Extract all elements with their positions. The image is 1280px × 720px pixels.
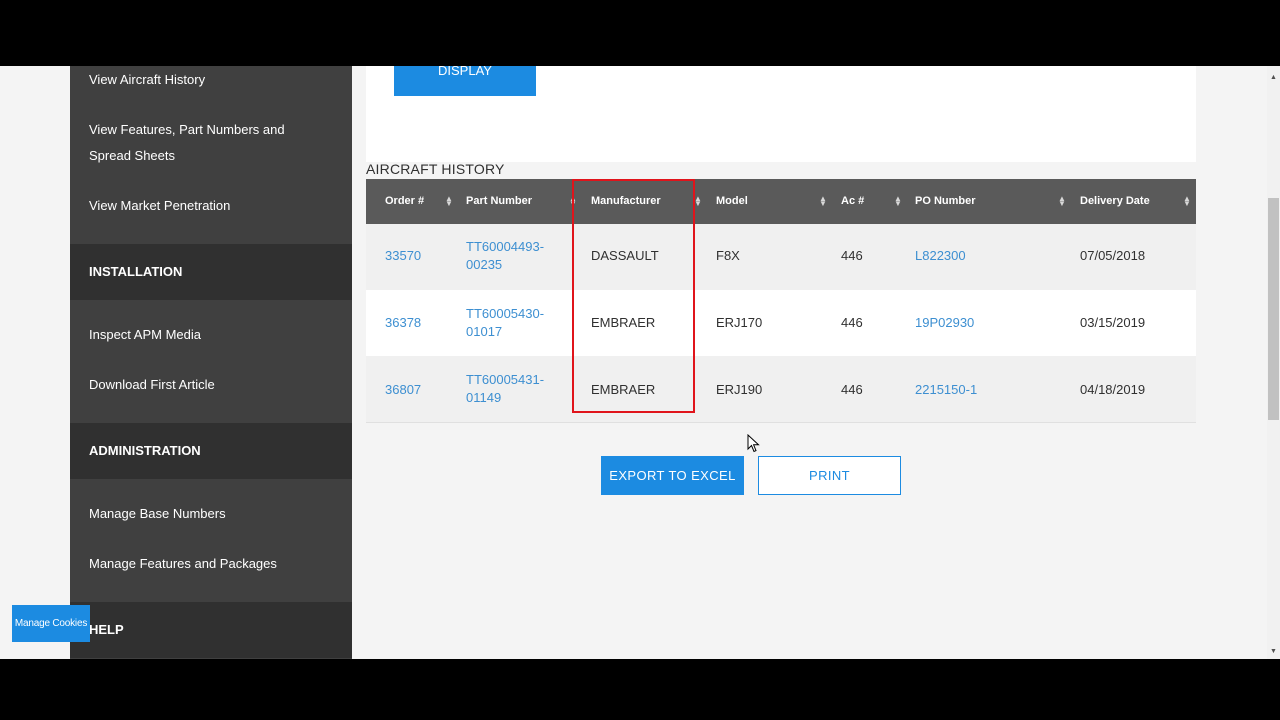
sidebar-item-download-first-article[interactable]: Download First Article <box>89 372 215 398</box>
column-header-ac-number[interactable]: Ac # <box>841 179 864 224</box>
export-to-excel-button[interactable]: EXPORT TO EXCEL <box>601 456 744 495</box>
delivery-date-cell: 07/05/2018 <box>1080 248 1146 263</box>
sidebar-heading-help: HELP <box>89 622 124 637</box>
sort-icon[interactable]: ▲ ▼ <box>694 195 702 208</box>
table-row: 36378 TT60005430- 01017 EMBRAER ERJ170 4… <box>366 290 1196 357</box>
po-number-link[interactable]: L822300 <box>915 248 966 263</box>
order-number-link[interactable]: 36378 <box>385 315 421 330</box>
sidebar-section-administration: ADMINISTRATION <box>70 423 352 479</box>
part-number-link-continued[interactable]: 01017 <box>466 324 502 339</box>
sidebar-item-manage-base-numbers[interactable]: Manage Base Numbers <box>89 501 226 527</box>
ac-number-cell: 446 <box>841 315 863 330</box>
sidebar: View Aircraft History View Features, Par… <box>70 66 352 659</box>
mouse-cursor-icon <box>747 434 760 453</box>
sidebar-item-view-features-line2[interactable]: Spread Sheets <box>89 143 175 169</box>
part-number-link-continued[interactable]: 01149 <box>466 390 501 405</box>
display-button[interactable]: DISPLAY <box>394 66 536 96</box>
sidebar-heading-installation: INSTALLATION <box>89 264 183 279</box>
table-row: 33570 TT60004493- 00235 DASSAULT F8X 446… <box>366 224 1196 291</box>
order-number-link[interactable]: 33570 <box>385 248 421 263</box>
part-number-link-continued[interactable]: 00235 <box>466 257 502 272</box>
column-header-order[interactable]: Order # <box>385 179 424 224</box>
print-button[interactable]: PRINT <box>758 456 901 495</box>
sidebar-item-inspect-apm-media[interactable]: Inspect APM Media <box>89 322 201 348</box>
model-cell: F8X <box>716 248 740 263</box>
scroll-up-arrow-icon[interactable]: ▲ <box>1270 74 1277 81</box>
delivery-date-cell: 04/18/2019 <box>1080 382 1146 397</box>
po-number-link[interactable]: 2215150-1 <box>915 382 977 397</box>
table-header: Order # ▲ ▼ Part Number ▲ ▼ Manufacturer ▲… <box>366 179 1196 224</box>
delivery-date-cell: 03/15/2019 <box>1080 315 1146 330</box>
sidebar-item-view-features-line1[interactable]: View Features, Part Numbers and <box>89 117 285 143</box>
sort-icon[interactable]: ▲ ▼ <box>894 195 902 208</box>
column-header-po-number[interactable]: PO Number <box>915 179 976 224</box>
sort-icon[interactable]: ▲ ▼ <box>1183 195 1191 208</box>
sort-icon[interactable]: ▲ ▼ <box>1058 195 1066 208</box>
sort-icon[interactable]: ▲ ▼ <box>819 195 827 208</box>
model-cell: ERJ190 <box>716 382 763 397</box>
part-number-link[interactable]: TT60005430- <box>466 306 544 321</box>
sidebar-item-view-aircraft-history[interactable]: View Aircraft History <box>89 67 205 93</box>
sidebar-item-manage-features-packages[interactable]: Manage Features and Packages <box>89 551 277 577</box>
sidebar-section-installation: INSTALLATION <box>70 244 352 300</box>
scroll-down-arrow-icon[interactable]: ▼ <box>1270 648 1277 655</box>
model-cell: ERJ170 <box>716 315 763 330</box>
sort-icon[interactable]: ▲ ▼ <box>445 195 453 208</box>
column-header-delivery-date[interactable]: Delivery Date <box>1080 179 1150 224</box>
app-viewport: View Aircraft History View Features, Par… <box>0 66 1280 659</box>
part-number-link[interactable]: TT60005431- <box>466 372 544 387</box>
table-row: 36807 TT60005431- 01149 EMBRAER ERJ190 4… <box>366 356 1196 423</box>
ac-number-cell: 446 <box>841 248 863 263</box>
order-number-link[interactable]: 36807 <box>385 382 421 397</box>
manufacturer-highlight-box <box>572 179 695 413</box>
po-number-link[interactable]: 19P02930 <box>915 315 974 330</box>
sidebar-item-view-market-penetration[interactable]: View Market Penetration <box>89 193 230 219</box>
part-number-link[interactable]: TT60004493- <box>466 239 544 254</box>
column-header-part-number[interactable]: Part Number <box>466 179 532 224</box>
sidebar-section-help: HELP <box>70 602 352 658</box>
sidebar-heading-administration: ADMINISTRATION <box>89 443 201 458</box>
display-button-label: DISPLAY <box>438 66 492 78</box>
scrollbar-thumb[interactable] <box>1268 198 1279 420</box>
section-title: AIRCRAFT HISTORY <box>366 161 505 177</box>
column-header-model[interactable]: Model <box>716 179 748 224</box>
manage-cookies-button[interactable]: Manage Cookies <box>12 605 90 642</box>
ac-number-cell: 446 <box>841 382 863 397</box>
